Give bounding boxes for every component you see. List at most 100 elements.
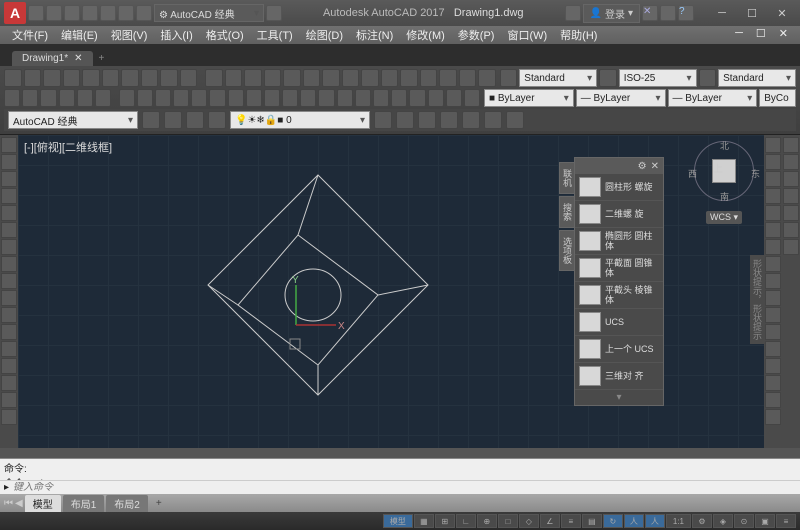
nav-tool[interactable] [783,154,799,170]
new-tab-button[interactable]: + [93,51,111,66]
tool-btn[interactable] [142,111,160,129]
tool-btn[interactable] [420,69,438,87]
qat-new[interactable] [28,5,44,21]
status-custom[interactable]: ≡ [776,514,796,528]
erase-tool[interactable] [765,341,781,357]
status-transparency[interactable]: ▤ [582,514,602,528]
status-otrack[interactable]: ∠ [540,514,560,528]
viewcube-top[interactable]: 上 [712,159,736,183]
tool-btn[interactable] [173,89,189,107]
tool-btn[interactable] [446,89,462,107]
status-polar[interactable]: ⊕ [477,514,497,528]
status-anno2[interactable]: 人 [645,514,665,528]
tool-btn[interactable] [374,111,392,129]
a360-icon[interactable] [660,5,676,21]
command-input[interactable] [13,482,796,493]
tool-btn[interactable] [264,69,282,87]
menu-help[interactable]: 帮助(H) [554,26,603,44]
plotstyle-dropdown[interactable]: ByCo [759,89,796,107]
status-hw[interactable]: ⊙ [734,514,754,528]
exchange-icon[interactable]: ✕ [642,5,658,21]
tool-btn[interactable] [160,69,178,87]
tool-btn[interactable] [318,89,334,107]
tool-btn[interactable] [337,89,353,107]
tool-btn[interactable] [4,69,22,87]
tool-btn[interactable] [191,89,207,107]
status-lwt[interactable]: ≡ [561,514,581,528]
tool-btn[interactable] [361,69,379,87]
palette-item[interactable]: 二维螺 旋 [575,201,663,228]
trim-tool[interactable] [765,256,781,272]
close-button[interactable]: ✕ [768,4,796,22]
tool-btn[interactable] [506,111,524,129]
tool-btn[interactable] [484,111,502,129]
tool-btn[interactable] [186,111,204,129]
lineweight-dropdown[interactable]: — ByLayer▾ [668,89,758,107]
mtext-tool[interactable] [1,358,17,374]
tool-btn[interactable] [180,69,198,87]
tool-btn[interactable] [264,89,280,107]
join-tool[interactable] [765,392,781,408]
tool-btn[interactable] [396,111,414,129]
tool-btn[interactable] [322,69,340,87]
tool-btn[interactable] [141,69,159,87]
qat-plot[interactable] [100,5,116,21]
qat-redo[interactable] [136,5,152,21]
xline-tool[interactable] [1,392,17,408]
tool-btn[interactable] [63,69,81,87]
status-snap[interactable]: ⊞ [435,514,455,528]
settings-icon[interactable]: ⚙ [638,161,647,172]
tool-btn[interactable] [428,89,444,107]
tool-btn[interactable] [462,111,480,129]
doc-close[interactable]: ✕ [773,26,794,44]
tool-btn[interactable] [24,69,42,87]
text-tool[interactable] [1,256,17,272]
dim-tool[interactable] [1,273,17,289]
nav-tool[interactable] [783,188,799,204]
tool-btn[interactable] [4,89,20,107]
table-tool[interactable] [1,341,17,357]
scale-tool[interactable] [765,188,781,204]
workspace-switcher[interactable]: ⚙ AutoCAD 经典▾ [154,4,264,22]
status-clean[interactable]: ▣ [755,514,775,528]
tool-btn[interactable] [464,89,480,107]
tool-btn[interactable] [478,69,496,87]
close-icon[interactable]: ✕ [74,53,82,64]
ellipse-tool[interactable] [1,222,17,238]
layout-tab-1[interactable]: 布局1 [63,495,105,512]
tool-btn[interactable] [599,69,617,87]
status-gear[interactable]: ⚙ [692,514,712,528]
workspace-dropdown[interactable]: AutoCAD 经典▾ [8,111,138,129]
palette-item[interactable]: 平截头 棱锥体 [575,282,663,309]
palette-tab[interactable]: 联机 [559,162,575,194]
menu-view[interactable]: 视图(V) [105,26,154,44]
menu-file[interactable]: 文件(F) [6,26,54,44]
tool-btn[interactable] [208,111,226,129]
tool-btn[interactable] [228,89,244,107]
status-scale[interactable]: 1:1 [666,514,691,528]
tool-btn[interactable] [355,89,371,107]
nav-tool[interactable] [783,205,799,221]
arc-tool[interactable] [1,188,17,204]
tool-btn[interactable] [77,89,93,107]
tool-palette[interactable]: 联机 搜索 选项板 ⚙✕ 圆柱形 螺旋 二维螺 旋 椭圆形 圆柱体 平截面 圆锥… [574,157,664,406]
status-3dosnap[interactable]: ◇ [519,514,539,528]
spline-tool[interactable] [1,375,17,391]
tab-nav-first[interactable]: ⏮ [4,498,13,509]
tool-btn[interactable] [82,69,100,87]
qat-saveas[interactable] [82,5,98,21]
tool-btn[interactable] [699,69,717,87]
right-tabs[interactable]: 形状提示，形状提示 [750,255,764,344]
status-anno[interactable]: 人 [624,514,644,528]
tool-btn[interactable] [500,69,518,87]
dimstyle-dropdown[interactable]: ISO-25▾ [619,69,697,87]
tool-btn[interactable] [373,89,389,107]
tool-btn[interactable] [95,89,111,107]
status-osnap[interactable]: □ [498,514,518,528]
tool-btn[interactable] [391,89,407,107]
tool-btn[interactable] [244,69,262,87]
tool-btn[interactable] [43,69,61,87]
scroll-down-icon[interactable]: ▾ [575,390,663,405]
tool-btn[interactable] [282,89,298,107]
rectangle-tool[interactable] [1,205,17,221]
